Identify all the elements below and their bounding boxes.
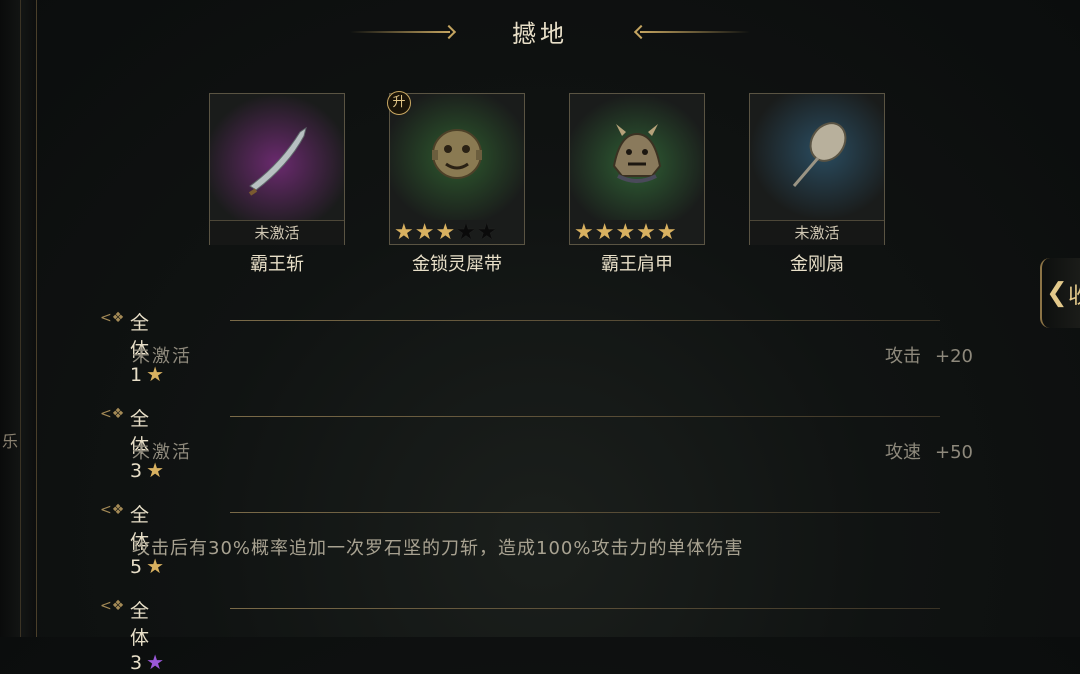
status-label: 未激活	[210, 220, 344, 245]
left-edge-text: 乐	[2, 432, 19, 451]
chevron-left-icon: ❮	[1046, 278, 1068, 308]
bonus-status: 未激活	[132, 346, 192, 367]
equipment-card-4[interactable]: 未激活	[749, 93, 885, 245]
ornament-icon: <❖	[100, 598, 125, 614]
upgrade-badge: 升	[387, 91, 411, 115]
green-dragon-blade-icon	[210, 94, 344, 220]
equipment-name: 金锁灵犀带	[412, 254, 502, 275]
divider	[230, 608, 940, 609]
equipment-art	[210, 94, 344, 220]
status-label: 未激活	[750, 220, 884, 245]
bonus-status: 未激活	[132, 442, 192, 463]
equipment-card-1[interactable]: 未激活	[209, 93, 345, 245]
star-rating: ★★★★★	[394, 220, 498, 245]
equipment-name: 霸王斩	[250, 254, 304, 275]
equipment-art	[390, 94, 524, 220]
divider	[230, 416, 940, 417]
beast-face-belt-icon	[390, 94, 524, 220]
frame-line	[20, 0, 21, 637]
title-ornament-right	[640, 31, 750, 33]
panel-header: 撼地	[0, 14, 1080, 48]
bonus-stat: 攻速 +50	[885, 442, 973, 463]
equipment-card-2[interactable]: 升 ★★★★★	[387, 91, 525, 245]
collapse-tab-label: 收	[1068, 284, 1080, 309]
panel-title: 撼地	[512, 20, 568, 48]
equipment-art	[570, 94, 704, 220]
ornament-icon: <❖	[100, 406, 125, 422]
left-frame: 乐	[0, 0, 37, 637]
bonus-title: 全体3 ★	[130, 600, 165, 674]
star-rating: ★★★★★	[574, 220, 678, 245]
purple-star-icon: ★	[146, 650, 165, 674]
demon-pauldron-icon	[570, 94, 704, 220]
divider	[230, 320, 940, 321]
collapse-tab[interactable]: ❮ 收	[1040, 258, 1080, 328]
equipment-art	[750, 94, 884, 220]
war-fan-icon	[750, 94, 884, 220]
equipment-name: 霸王肩甲	[601, 254, 673, 275]
equipment-card-3[interactable]: ★★★★★	[569, 93, 705, 245]
bonus-effect: 攻击后有30%概率追加一次罗石坚的刀斩，造成100%攻击力的单体伤害	[132, 538, 744, 559]
bonus-stat: 攻击 +20	[885, 346, 973, 367]
ornament-icon: <❖	[100, 502, 125, 518]
equipment-name: 金刚扇	[790, 254, 844, 275]
ornament-icon: <❖	[100, 310, 125, 326]
divider	[230, 512, 940, 513]
